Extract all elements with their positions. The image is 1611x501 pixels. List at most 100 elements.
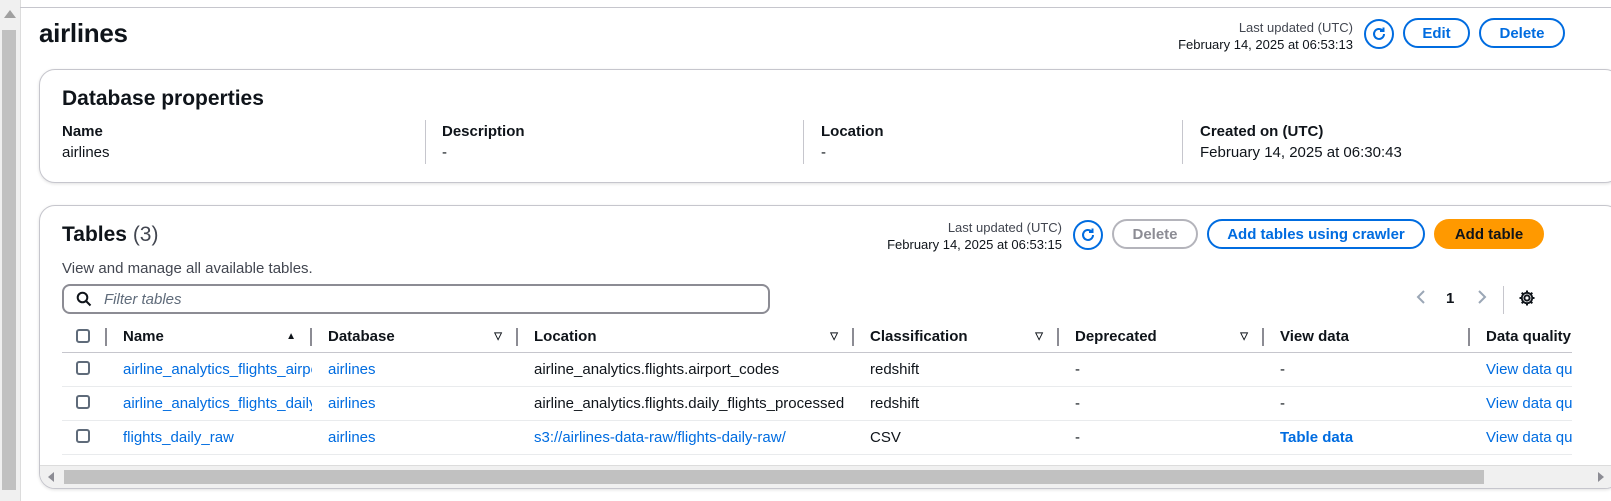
scroll-right-arrow-icon[interactable] bbox=[1598, 472, 1604, 482]
prop-location-label: Location bbox=[821, 123, 884, 140]
table-row[interactable]: airline_analytics_flights_daily_flights_… bbox=[62, 386, 1572, 421]
sort-ascending-icon: ▲ bbox=[286, 331, 296, 342]
database-link[interactable]: airlines bbox=[328, 395, 518, 412]
deprecated-text: - bbox=[1075, 429, 1080, 446]
tables-description: View and manage all available tables. bbox=[62, 260, 313, 277]
classification-text: CSV bbox=[870, 429, 901, 446]
table-name-link[interactable]: airline_analytics_flights_airport_codes bbox=[123, 361, 312, 378]
prop-divider bbox=[1182, 120, 1183, 164]
prop-location: Location - bbox=[821, 122, 884, 166]
classification-text: redshift bbox=[870, 395, 920, 412]
column-header-view-data: View data bbox=[1264, 320, 1470, 353]
vertical-scroll-thumb[interactable] bbox=[2, 30, 16, 490]
prop-created-on: Created on (UTC) February 14, 2025 at 06… bbox=[1200, 122, 1402, 166]
view-data-text: - bbox=[1280, 395, 1285, 412]
table-row[interactable]: flights_daily_raw airlines s3://airlines… bbox=[62, 420, 1572, 455]
tables-last-updated-label: Last updated (UTC) bbox=[947, 220, 1062, 235]
column-header-name[interactable]: Name ▲ bbox=[107, 320, 312, 353]
page-title: airlines bbox=[39, 18, 128, 48]
prop-divider bbox=[803, 120, 804, 164]
top-divider bbox=[20, 7, 1611, 8]
column-header-deprecated-label: Deprecated bbox=[1075, 327, 1157, 345]
filter-tables-input[interactable] bbox=[102, 289, 706, 309]
edit-button[interactable]: Edit bbox=[1403, 18, 1470, 48]
pagination-page-number[interactable]: 1 bbox=[1446, 290, 1454, 307]
tables-card: Tables (3) View and manage all available… bbox=[39, 205, 1611, 489]
table-row[interactable]: airline_analytics_flights_airport_codes … bbox=[62, 352, 1572, 387]
pagination-divider bbox=[1503, 286, 1504, 314]
tables-refresh-button[interactable] bbox=[1073, 220, 1103, 250]
table-name-link[interactable]: airline_analytics_flights_daily_flights_… bbox=[123, 395, 312, 412]
tables-title: Tables (3) bbox=[62, 223, 158, 247]
scroll-left-arrow-icon[interactable] bbox=[48, 472, 54, 482]
horizontal-scrollbar[interactable] bbox=[40, 465, 1611, 488]
column-header-deprecated[interactable]: Deprecated ▽ bbox=[1059, 320, 1264, 353]
page-refresh-button[interactable] bbox=[1364, 19, 1394, 49]
column-header-classification-label: Classification bbox=[870, 327, 968, 345]
prop-name-value: airlines bbox=[62, 144, 110, 161]
location-text: airline_analytics.flights.airport_codes bbox=[534, 361, 780, 378]
table-data-link[interactable]: Table data bbox=[1280, 429, 1470, 446]
location-text: airline_analytics.flights.daily_flights_… bbox=[534, 395, 845, 412]
classification-text: redshift bbox=[870, 361, 920, 378]
deprecated-text: - bbox=[1075, 395, 1080, 412]
view-data-text: - bbox=[1280, 361, 1285, 378]
column-header-view-data-label: View data bbox=[1280, 327, 1349, 345]
select-all-checkbox[interactable] bbox=[76, 329, 90, 343]
view-data-quality-link[interactable]: View data quality bbox=[1486, 361, 1572, 378]
scroll-up-arrow-icon[interactable] bbox=[4, 10, 16, 18]
column-header-database-label: Database bbox=[328, 327, 395, 345]
add-table-button[interactable]: Add table bbox=[1434, 219, 1544, 249]
sort-icon: ▽ bbox=[1240, 331, 1248, 342]
database-link[interactable]: airlines bbox=[328, 361, 518, 378]
page-last-updated-label: Last updated (UTC) bbox=[1238, 20, 1353, 35]
view-data-quality-link[interactable]: View data quality bbox=[1486, 429, 1572, 446]
page-last-updated: Last updated (UTC) February 14, 2025 at … bbox=[1178, 19, 1353, 53]
tables-last-updated-value: February 14, 2025 at 06:53:15 bbox=[887, 237, 1062, 252]
column-header-data-quality-label: Data quality bbox=[1486, 327, 1572, 345]
row-checkbox[interactable] bbox=[76, 428, 90, 443]
database-properties-card: Database properties Name airlines Descri… bbox=[39, 69, 1611, 183]
row-checkbox[interactable] bbox=[76, 360, 90, 375]
sort-icon: ▽ bbox=[1035, 331, 1043, 342]
filter-tables-field[interactable] bbox=[62, 284, 770, 314]
vertical-scrollbar[interactable] bbox=[0, 0, 21, 501]
column-header-location[interactable]: Location ▽ bbox=[518, 320, 854, 353]
deprecated-text: - bbox=[1075, 361, 1080, 378]
tables-title-text: Tables bbox=[62, 223, 127, 246]
column-header-data-quality: Data quality bbox=[1470, 320, 1572, 353]
horizontal-scroll-thumb[interactable] bbox=[64, 470, 1484, 484]
tables-table: Name ▲ Database ▽ Location ▽ Classification… bbox=[62, 320, 1572, 455]
settings-gear-icon[interactable] bbox=[1518, 289, 1536, 311]
prop-name: Name airlines bbox=[62, 122, 110, 166]
prop-description-value: - bbox=[442, 144, 447, 161]
prop-description-label: Description bbox=[442, 123, 525, 140]
prop-location-value: - bbox=[821, 144, 826, 161]
delete-table-button[interactable]: Delete bbox=[1112, 219, 1198, 249]
column-header-classification[interactable]: Classification ▽ bbox=[854, 320, 1059, 353]
add-tables-using-crawler-button[interactable]: Add tables using crawler bbox=[1207, 219, 1425, 249]
row-checkbox[interactable] bbox=[76, 394, 90, 409]
database-properties-title: Database properties bbox=[62, 87, 264, 110]
sort-icon: ▽ bbox=[830, 331, 838, 342]
table-name-link[interactable]: flights_daily_raw bbox=[123, 429, 312, 446]
column-header-location-label: Location bbox=[534, 327, 597, 345]
prop-name-label: Name bbox=[62, 123, 103, 140]
sort-icon: ▽ bbox=[494, 331, 502, 342]
prop-divider bbox=[425, 120, 426, 164]
column-header-name-label: Name bbox=[123, 327, 164, 345]
pagination-next-icon[interactable] bbox=[1477, 290, 1487, 308]
view-data-quality-link[interactable]: View data quality bbox=[1486, 395, 1572, 412]
search-icon bbox=[76, 291, 92, 307]
prop-created-on-value: February 14, 2025 at 06:30:43 bbox=[1200, 144, 1402, 161]
delete-database-button[interactable]: Delete bbox=[1479, 18, 1565, 48]
refresh-icon bbox=[1082, 228, 1094, 241]
location-link[interactable]: s3://airlines-data-raw/flights-daily-raw… bbox=[534, 429, 854, 446]
tables-count: (3) bbox=[132, 223, 159, 246]
select-all-header bbox=[62, 320, 107, 353]
refresh-icon bbox=[1373, 27, 1385, 40]
column-header-database[interactable]: Database ▽ bbox=[312, 320, 518, 353]
database-link[interactable]: airlines bbox=[328, 429, 518, 446]
prop-created-on-label: Created on (UTC) bbox=[1200, 123, 1324, 140]
pagination-prev-icon[interactable] bbox=[1416, 290, 1426, 308]
